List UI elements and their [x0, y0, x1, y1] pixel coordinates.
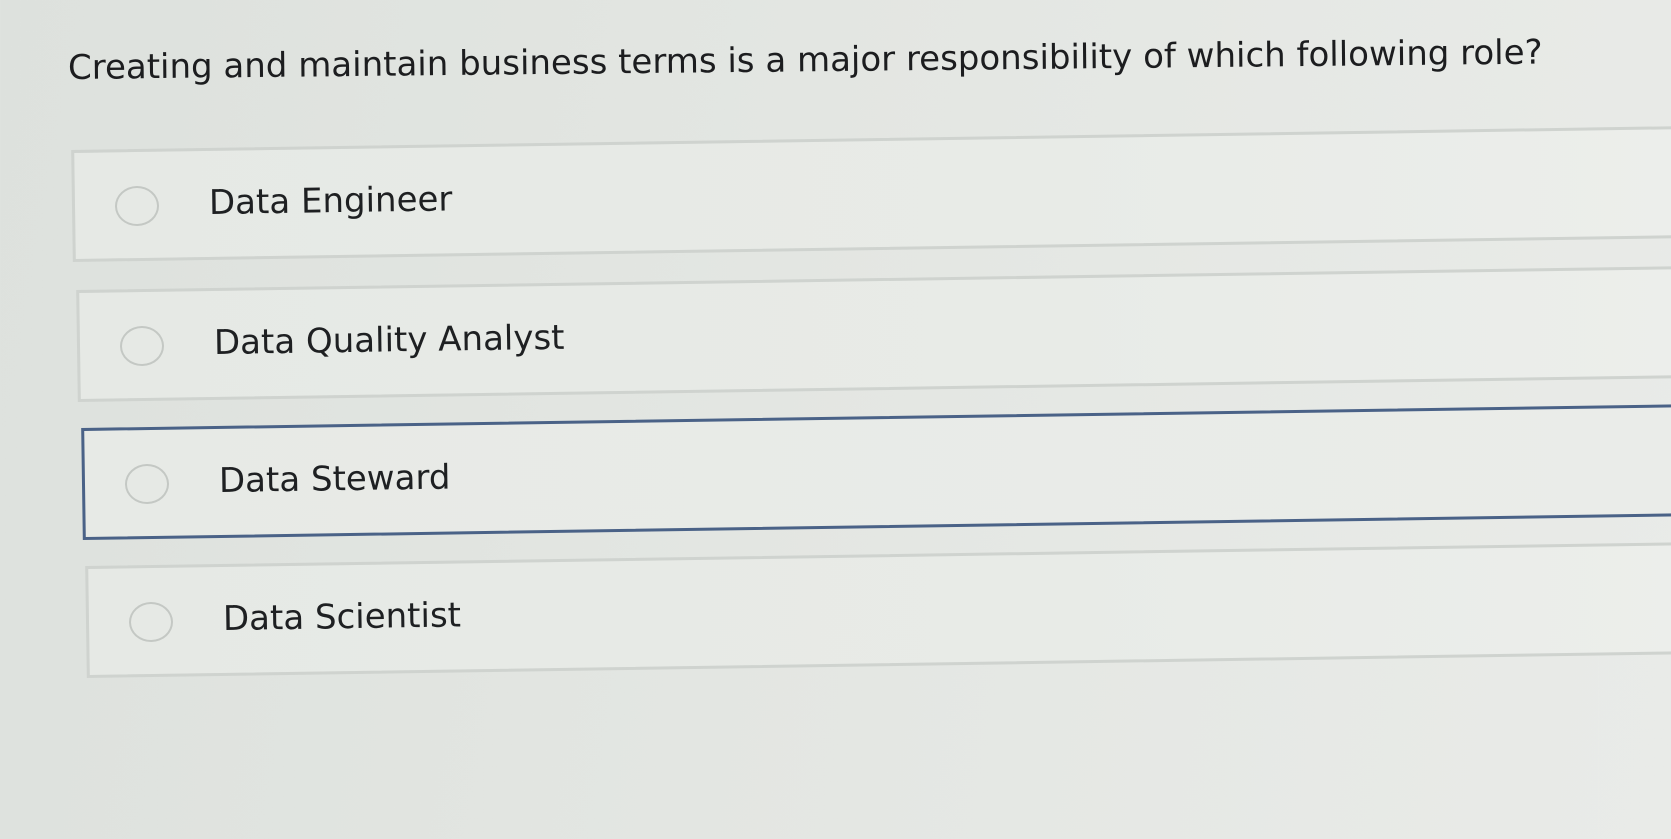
- option-label: Data Quality Analyst: [213, 317, 565, 363]
- radio-button[interactable]: [114, 185, 160, 227]
- option-data-scientist[interactable]: Data Scientist: [85, 541, 1671, 678]
- option-data-quality-analyst[interactable]: Data Quality Analyst: [76, 265, 1671, 402]
- option-label: Data Scientist: [222, 595, 462, 639]
- radio-button[interactable]: [119, 325, 165, 367]
- radio-button[interactable]: [128, 601, 174, 643]
- radio-button[interactable]: [124, 463, 170, 505]
- option-data-steward[interactable]: Data Steward: [81, 403, 1671, 540]
- answer-options: Data Engineer Data Quality Analyst Data …: [0, 0, 1671, 839]
- option-label: Data Steward: [218, 457, 451, 501]
- option-label: Data Engineer: [208, 179, 453, 223]
- option-data-engineer[interactable]: Data Engineer: [71, 125, 1671, 262]
